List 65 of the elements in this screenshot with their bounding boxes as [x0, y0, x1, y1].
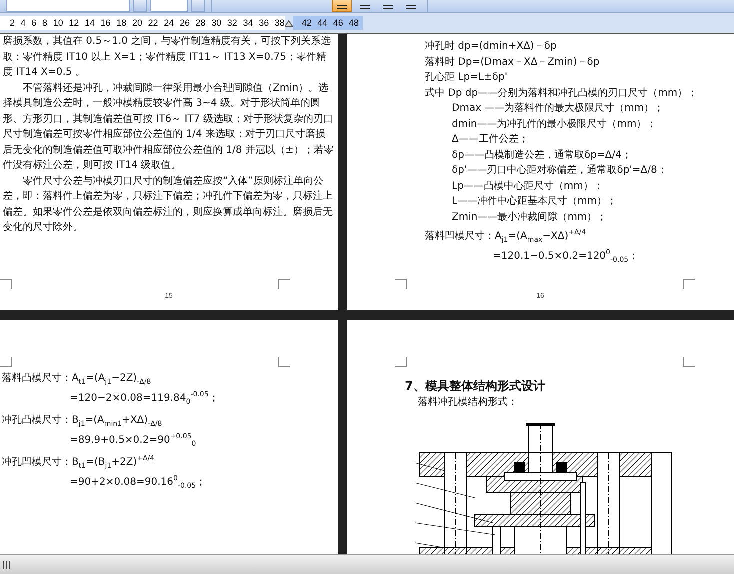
formula-line: 冲孔凸模尺寸：B$_{j1}$=(A$_{min1}$+XΔ)$_{-Δ/8}$ [2, 414, 164, 430]
definition-line: δp'——刃口中心距对称偏差，通常取δp'=Δ/8； [451, 164, 668, 178]
ruler-number: 38 [274, 18, 285, 28]
crop-mark [0, 279, 12, 289]
paragraph: 不管落料还是冲孔，冲裁间隙一律采用最小合理间隙值（Zmin）。选择模具制造公差时，一般冲模精度较零件高 3~4 级。对于形状简单的圆形、方形刃口，其制造偏差值可按 IT6～ IT7 级选取；对于形状复杂的刃口尺寸制造偏差可按零件相应部位公差值的 1/4 来选取；对于刃口尺寸磨损后无变化的制造偏差值可取冲件相应部位公差值的 1/8 并冠以（±）；若零件没有标注公差，则可按 IT14 级取值。 [3, 82, 334, 173]
ruler-number: 10 [53, 18, 64, 28]
ruler-number: 44 [318, 18, 328, 28]
align-icon [359, 5, 371, 11]
align-button[interactable] [332, 0, 352, 12]
ruler-number: 8 [42, 18, 48, 28]
crop-mark [0, 357, 12, 367]
ruler-number: 6 [32, 18, 37, 28]
ruler-number: 22 [148, 18, 158, 28]
align-icon [336, 5, 348, 11]
formula-result: =120−2×0.08=119.84$_{0}$$^{-0.05}$； [69, 390, 220, 408]
formula-line: 落料时 Dp=(Dmax－XΔ－Zmin)－δp [425, 56, 601, 70]
ruler-number: 12 [69, 18, 80, 28]
ruler-number: 24 [164, 18, 174, 28]
definition-line: Lp——凸模中心距尺寸（mm）； [451, 180, 604, 194]
definition-line: Dmax ——为落料件的最大极限尺寸（mm）； [451, 102, 666, 116]
ruler-number: 2 [10, 18, 16, 28]
ruler-number: 16 [100, 18, 111, 28]
split-grip-icon[interactable] [3, 560, 11, 568]
ruler-number: 34 [243, 18, 254, 28]
font-size-field[interactable] [150, 0, 188, 12]
ruler-number: 14 [84, 18, 95, 28]
font-name-field[interactable] [6, 0, 130, 12]
align-icon [405, 5, 417, 11]
crop-mark [395, 357, 407, 367]
align-icon [382, 5, 394, 11]
crop-mark [683, 357, 695, 367]
caption: 落料冲孔模结构形式： [417, 396, 519, 410]
ruler-number: 42 [302, 18, 312, 28]
formula-result: =120.1−0.5×0.2=120$^{0}$$_{-0.05}$； [492, 248, 640, 266]
ruler-number: 4 [20, 18, 26, 28]
ruler-number: 32 [227, 18, 238, 28]
crop-mark [683, 279, 695, 289]
ruler-number: 36 [259, 18, 270, 28]
paragraph: 零件尺寸公差与冲模刃口尺寸的制造偏差应按“入体”原则标注单向公差，即：落料件上偏差为零，只标注下偏差；冲孔件下偏差为零，只标注上偏差。如果零件公差是依双向偏差标注的，则应换算成单向标注。磨损后无变化的尺寸除外。 [3, 174, 334, 235]
crop-mark [278, 357, 290, 367]
formula-line: 冲孔时 dp=(dmin+XΔ)－δp [425, 40, 558, 54]
ruler-number: 46 [333, 18, 344, 28]
ruler-number: 30 [212, 18, 222, 28]
definition-line: Δ——工件公差； [451, 133, 530, 147]
formula-result: =90+2×0.08=90.16$^{0}$$_{-0.05}$； [69, 474, 208, 492]
ruler-number: 26 [180, 18, 190, 28]
formula-line: 落料凹模尺寸：A$_{j1}$=(A$_{max}$−XΔ)$^{+Δ/4}$ [425, 228, 588, 246]
ruler-number: 28 [196, 18, 206, 28]
formula-line: 孔心距 Lp=L±δp' [425, 70, 509, 85]
definition-line: Zmin——最小冲裁间隙（mm）； [451, 210, 608, 224]
formula-line: 式中 Dp dp——分别为落料和冲孔凸模的刃口尺寸（mm）； [425, 86, 699, 100]
horizontal-scrollbar[interactable] [0, 554, 734, 574]
definition-line: L——冲件中心距基本尺寸（mm）； [451, 194, 618, 209]
ruler-number: 20 [132, 18, 142, 28]
ruler-number: 48 [348, 18, 359, 28]
formula-line: 冲孔凹模尺寸：B$_{t1}$=(B$_{j1}$+2Z)$^{+Δ/4}$ [2, 454, 156, 472]
section-heading: 7、模具整体结构形式设计 [405, 378, 546, 395]
crop-mark [395, 279, 407, 289]
indent-marker-icon[interactable] [285, 19, 293, 27]
definition-line: δp——凸模制造公差，通常取δp=Δ/4； [451, 148, 633, 162]
ruler-number: 18 [116, 18, 127, 28]
formula-line: 落料凸模尺寸：A$_{t1}$=(A$_{j1}$−2Z)$_{-Δ/8}$ [2, 372, 152, 388]
definition-line: dmin——为冲孔件的最小极限尺寸（mm）； [451, 118, 658, 132]
paragraph: 磨损系数，其值在 0.5～1.0 之间，与零件制造精度有关，可按下列关系选取：零件精度 IT10 以上 X=1；零件精度 IT11～ IT13 X=0.75；零件精度 IT14 X=0.5 。 [3, 34, 332, 80]
crop-mark [278, 279, 290, 289]
